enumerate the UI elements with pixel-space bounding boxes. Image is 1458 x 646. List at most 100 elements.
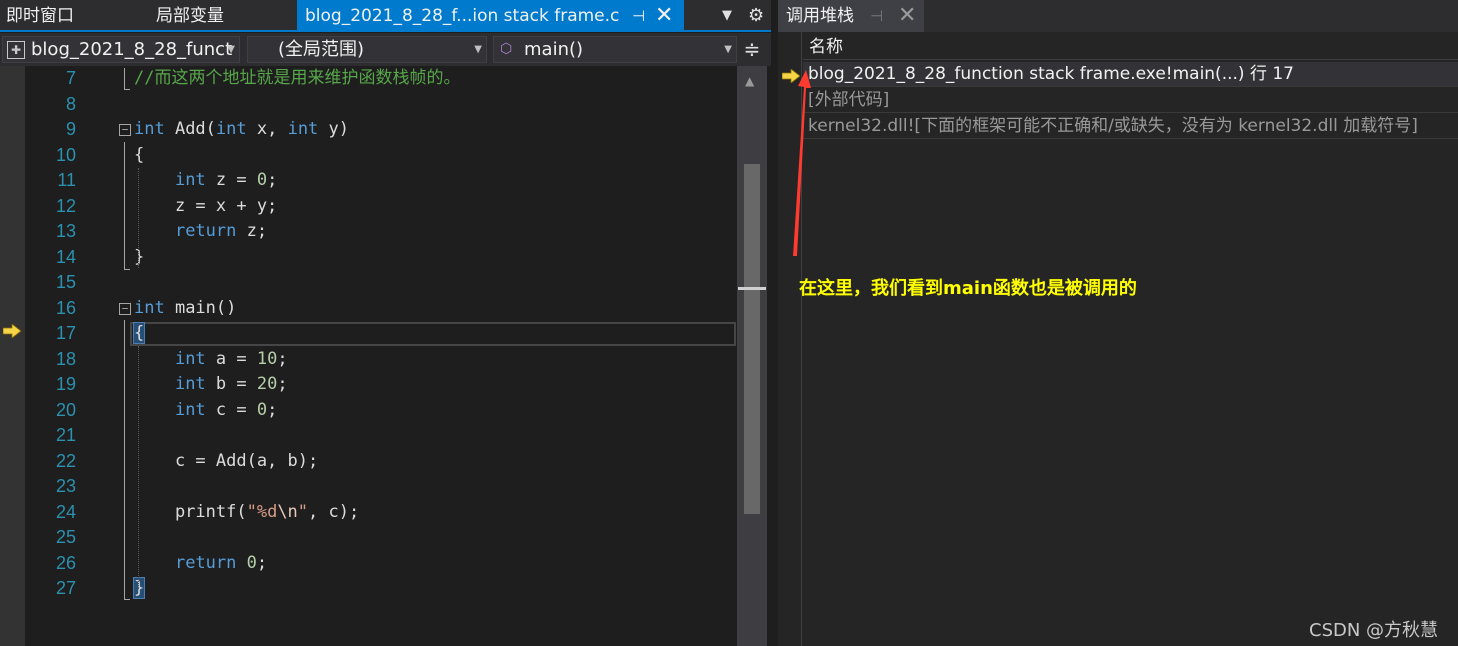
code-line[interactable]: 24 printf("%d\n", c);	[25, 500, 737, 526]
line-number: 20	[55, 399, 76, 420]
line-number: 8	[65, 93, 76, 114]
current-statement-arrow-icon	[3, 324, 21, 338]
code-line[interactable]: 8	[25, 92, 737, 118]
callstack-row[interactable]: kernel32.dll![下面的框架可能不正确和/或缺失，没有为 kernel…	[803, 114, 1458, 139]
code-token: ;	[267, 170, 278, 190]
project-dropdown[interactable]: ✚ blog_2021_8_28_funct ▼	[2, 36, 240, 63]
callstack-panel: 名称 blog_2021_8_28_function stack frame.e…	[778, 32, 1458, 646]
code-line[interactable]: 26 return 0;	[25, 551, 737, 577]
close-icon[interactable]: ✕	[898, 0, 916, 32]
tab-immediate-window[interactable]: 即时窗口	[6, 0, 74, 30]
code-line[interactable]: 10 {	[25, 143, 737, 169]
code-line[interactable]: 22 c = Add(a, b);	[25, 449, 737, 475]
line-number: 15	[55, 272, 76, 292]
line-number: 18	[55, 348, 76, 369]
code-token: {	[134, 144, 145, 165]
tab-list-dropdown-icon[interactable]: ▼	[722, 0, 732, 32]
tab-active-source-file[interactable]: blog_2021_8_28_f...ion stack frame.c ⊣ ✕	[297, 0, 684, 30]
code-token: z = x + y;	[134, 195, 278, 216]
code-line[interactable]: 17 {	[25, 321, 737, 347]
line-number: 12	[55, 195, 76, 216]
code-token: b =	[205, 374, 257, 394]
code-line[interactable]: 7 //而这两个地址就是用来维护函数栈帧的。	[25, 66, 737, 92]
code-token: y)	[318, 119, 350, 139]
line-number: 11	[57, 170, 76, 190]
code-line[interactable]: 11 int z = 0;	[25, 168, 737, 194]
project-icon: ✚	[7, 41, 25, 59]
code-line[interactable]: 18 int a = 10;	[25, 347, 737, 373]
code-token: {	[132, 322, 146, 344]
code-text: int b = 20;	[134, 372, 288, 398]
callstack-title: 调用堆栈	[786, 6, 854, 26]
function-icon: ⬡	[500, 41, 513, 57]
indent-guide	[138, 346, 139, 586]
tab-call-stack[interactable]: 调用堆栈 ⊣ ✕	[778, 0, 924, 32]
tab-locals[interactable]: 局部变量	[156, 0, 224, 30]
code-text: return z;	[134, 219, 267, 245]
close-icon[interactable]: ✕	[655, 0, 673, 32]
code-token: return	[174, 552, 237, 573]
code-token: a =	[205, 348, 257, 369]
code-line[interactable]: 21	[25, 423, 737, 449]
scroll-up-icon[interactable]: ▲	[745, 74, 754, 88]
function-dropdown-value: main()	[524, 39, 584, 60]
indicator-margin[interactable]	[0, 66, 25, 646]
code-line[interactable]: 9− int Add(int x, int y)	[25, 117, 737, 143]
scope-dropdown-value: (全局范围)	[278, 39, 365, 60]
code-text: //而这两个地址就是用来维护函数栈帧的。	[134, 66, 460, 92]
code-token: }	[132, 577, 146, 599]
callstack-tab-strip: 调用堆栈 ⊣ ✕	[778, 0, 1458, 32]
line-number: 26	[55, 552, 76, 573]
code-line[interactable]: 13 return z;	[25, 219, 737, 245]
callstack-column-header-name[interactable]: 名称	[803, 32, 1458, 60]
code-line[interactable]: 15	[25, 270, 737, 296]
callstack-row[interactable]: [外部代码]	[803, 88, 1458, 113]
code-token: x,	[246, 119, 288, 139]
code-line[interactable]: 23	[25, 474, 737, 500]
code-token: int	[174, 348, 206, 369]
collapse-toggle-icon[interactable]: −	[119, 124, 131, 136]
code-line[interactable]: 20 int c = 0;	[25, 398, 737, 424]
code-token: \n	[277, 501, 298, 522]
code-line[interactable]: 19 int b = 20;	[25, 372, 737, 398]
function-dropdown[interactable]: ⬡ main() ▼	[493, 36, 737, 63]
code-line[interactable]: 25	[25, 525, 737, 551]
code-token: "	[297, 501, 309, 522]
line-number: 23	[55, 476, 76, 496]
code-text: int Add(int x, int y)	[134, 117, 349, 143]
line-number: 25	[55, 527, 76, 547]
split-editor-icon[interactable]: ≑	[740, 36, 764, 62]
collapse-toggle-icon[interactable]: −	[119, 302, 131, 315]
code-token: 10	[256, 348, 278, 369]
chevron-down-icon: ▼	[724, 44, 732, 55]
line-number: 17	[55, 323, 76, 343]
code-line[interactable]: 12 z = x + y;	[25, 194, 737, 220]
code-text: printf("%d\n", c);	[134, 500, 359, 526]
code-line[interactable]: 16 − int main()	[25, 296, 737, 322]
line-number: 14	[55, 246, 76, 267]
code-text: }	[132, 576, 146, 602]
code-editor[interactable]: 7//而这两个地址就是用来维护函数栈帧的。 8 9− int Add(int x, i…	[0, 66, 771, 646]
gear-icon[interactable]: ⚙	[748, 0, 764, 32]
code-line[interactable]: 27}	[25, 576, 737, 602]
code-line[interactable]: 14}	[25, 245, 737, 271]
scope-guide	[124, 142, 130, 270]
callstack-row[interactable]: blog_2021_8_28_function stack frame.exe!…	[803, 62, 1458, 87]
document-tab-strip: 即时窗口 局部变量 blog_2021_8_28_f...ion stack f…	[0, 0, 771, 32]
scrollbar-thumb[interactable]	[744, 164, 760, 514]
pin-icon[interactable]: ⊣	[632, 0, 645, 32]
chevron-down-icon: ▼	[474, 44, 482, 55]
line-number: 16	[55, 297, 76, 318]
tab-active-label: blog_2021_8_28_f...ion stack frame.c	[305, 6, 620, 26]
scope-dropdown[interactable]: (全局范围) ▼	[247, 36, 487, 63]
code-text: {	[132, 321, 146, 347]
code-text: }	[134, 245, 144, 271]
code-token: int	[215, 119, 247, 139]
code-text: return 0;	[134, 551, 267, 577]
scope-guide	[124, 68, 130, 90]
code-text: int z = 0;	[134, 168, 277, 194]
pin-icon[interactable]: ⊣	[870, 0, 883, 32]
